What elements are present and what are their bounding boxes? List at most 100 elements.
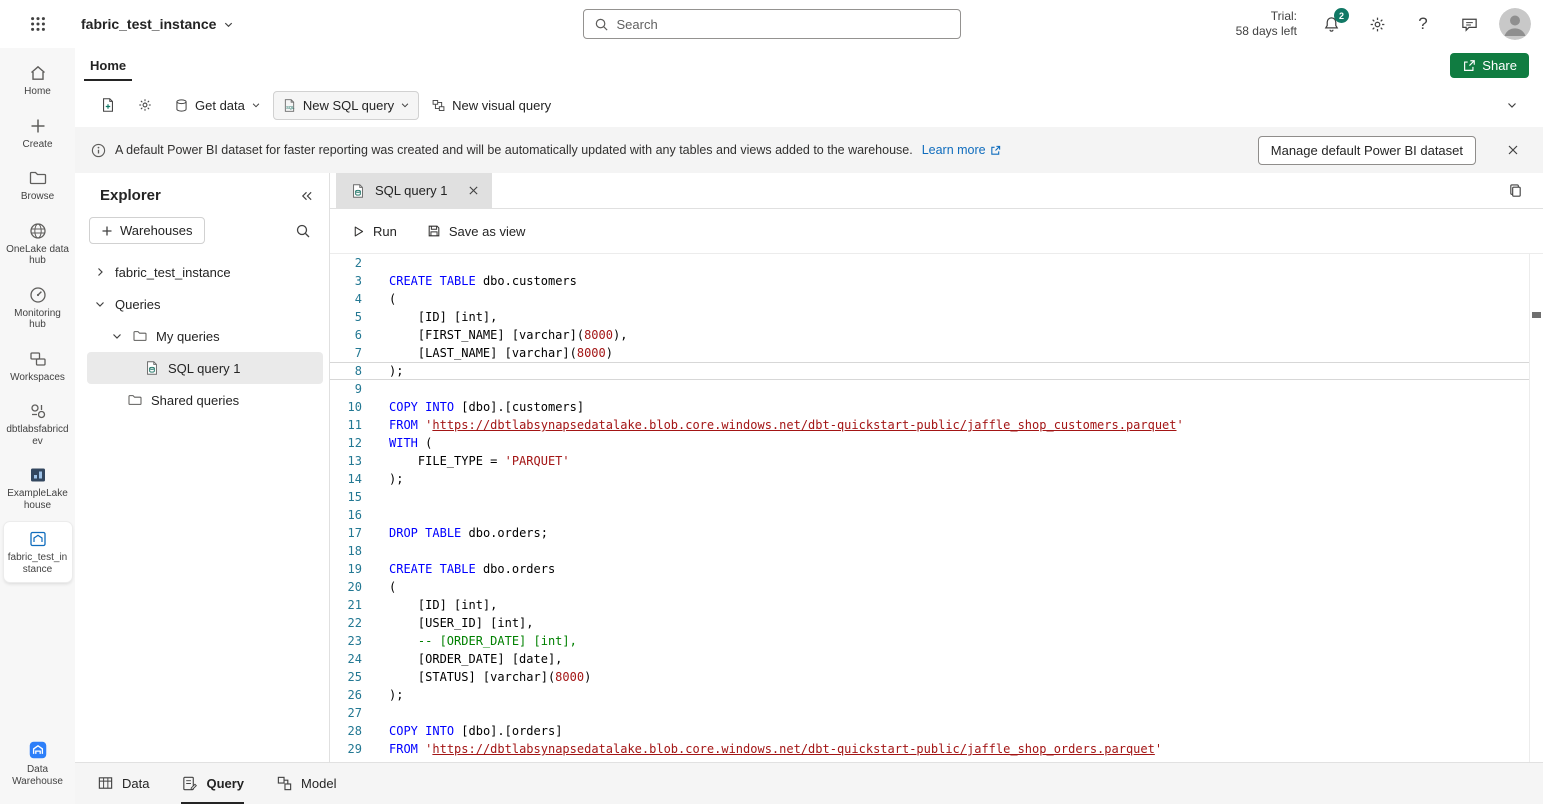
sql-editor[interactable]: 23CREATE TABLE dbo.customers4(5 [ID] [in… [330, 254, 1543, 762]
ribbon-collapse-button[interactable] [1497, 92, 1527, 118]
code-line-27[interactable]: 27 [330, 704, 1529, 722]
code-line-15[interactable]: 15 [330, 488, 1529, 506]
database-icon [174, 98, 189, 113]
code-line-28[interactable]: 28COPY INTO [dbo].[orders] [330, 722, 1529, 740]
search-input[interactable] [617, 17, 950, 32]
code-line-22[interactable]: 22 [USER_ID] [int], [330, 614, 1529, 632]
workspace-switcher[interactable]: fabric_test_instance [75, 12, 240, 36]
rail-item-monitoring-hub[interactable]: Monitoring hub [4, 278, 72, 338]
chevron-down-icon[interactable] [93, 298, 107, 310]
avatar[interactable] [1499, 8, 1531, 40]
code-line-21[interactable]: 21 [ID] [int], [330, 596, 1529, 614]
code-line-26[interactable]: 26); [330, 686, 1529, 704]
external-link-icon [990, 145, 1001, 156]
lakehouse-icon [28, 465, 48, 485]
code-line-12[interactable]: 12WITH ( [330, 434, 1529, 452]
feedback-button[interactable] [1453, 8, 1485, 40]
left-rail: HomeCreateBrowseOneLake data hub Monitori… [0, 48, 75, 804]
view-tab-model[interactable]: Model [276, 763, 336, 804]
code-line-20[interactable]: 20( [330, 578, 1529, 596]
code-line-2[interactable]: 2 [330, 254, 1529, 272]
tree-item-shared-queries[interactable]: Shared queries [87, 384, 323, 416]
chevron-right-icon[interactable] [93, 266, 107, 278]
collapse-explorer-button[interactable] [300, 190, 313, 202]
code-line-4[interactable]: 4( [330, 290, 1529, 308]
notifications-button[interactable]: 2 [1315, 8, 1347, 40]
code-line-29[interactable]: 29FROM 'https://dbtlabsynapsedatalake.bl… [330, 740, 1529, 758]
code-line-18[interactable]: 18 [330, 542, 1529, 560]
code-line-7[interactable]: 7 [LAST_NAME] [varchar](8000) [330, 344, 1529, 362]
code-line-19[interactable]: 19CREATE TABLE dbo.orders [330, 560, 1529, 578]
app-launcher-button[interactable] [0, 15, 75, 33]
code-line-9[interactable]: 9 [330, 380, 1529, 398]
app-window: fabric_test_instance Trial: 58 days left… [0, 0, 1543, 804]
code-line-6[interactable]: 6 [FIRST_NAME] [varchar](8000), [330, 326, 1529, 344]
explorer-search-button[interactable] [295, 223, 311, 239]
run-button[interactable]: Run [342, 218, 407, 245]
new-visual-query-label: New visual query [452, 98, 551, 113]
code-line-25[interactable]: 25 [STATUS] [varchar](8000) [330, 668, 1529, 686]
settings-button[interactable] [1361, 8, 1393, 40]
rail-item-dbtlabsfabricdev[interactable]: dbtlabsfabricdev [4, 394, 72, 454]
rail-item-data-warehouse[interactable]: Data Warehouse [4, 732, 72, 794]
rail-item-browse[interactable]: Browse [4, 161, 72, 210]
rail-item-label: Workspaces [10, 372, 65, 384]
tree-item-queries[interactable]: Queries [87, 288, 323, 320]
learn-more-link[interactable]: Learn more [922, 143, 1001, 157]
rail-item-fabric-test-instance[interactable]: fabric_test_instance [4, 522, 72, 582]
add-warehouses-button[interactable]: Warehouses [89, 217, 205, 244]
editor-scrollbar[interactable] [1529, 254, 1543, 762]
save-as-view-button[interactable]: Save as view [417, 218, 536, 245]
new-sql-query-button[interactable]: SQL New SQL query [273, 91, 419, 120]
code-line-3[interactable]: 3CREATE TABLE dbo.customers [330, 272, 1529, 290]
rail-item-label: Monitoring hub [6, 308, 70, 331]
line-number: 26 [330, 686, 366, 704]
chevron-down-icon [251, 100, 261, 110]
close-tab-button[interactable] [465, 182, 482, 199]
code-text: ); [389, 362, 403, 380]
banner-message: A default Power BI dataset for faster re… [115, 143, 913, 157]
code-line-23[interactable]: 23 -- [ORDER_DATE] [int], [330, 632, 1529, 650]
help-button[interactable]: ? [1407, 8, 1439, 40]
rail-item-create[interactable]: Create [4, 109, 72, 158]
code-line-14[interactable]: 14); [330, 470, 1529, 488]
tree-item-fabric-test-instance[interactable]: fabric_test_instance [87, 256, 323, 288]
explorer-actions: Warehouses [75, 217, 329, 244]
ribbon-toolbar: Get data SQL New SQL query [75, 83, 1543, 127]
code-line-11[interactable]: 11FROM 'https://dbtlabsynapsedatalake.bl… [330, 416, 1529, 434]
share-button[interactable]: Share [1450, 53, 1529, 78]
code-line-5[interactable]: 5 [ID] [int], [330, 308, 1529, 326]
manage-dataset-button[interactable]: Manage default Power BI dataset [1258, 136, 1476, 165]
rail-item-examplelakehouse[interactable]: ExampleLakehouse [4, 458, 72, 518]
rail-item-workspaces[interactable]: Workspaces [4, 342, 72, 391]
code-line-17[interactable]: 17DROP TABLE dbo.orders; [330, 524, 1529, 542]
rail-item-home[interactable]: Home [4, 56, 72, 105]
line-number: 24 [330, 650, 366, 668]
warehouse-settings-button[interactable] [128, 90, 162, 120]
code-line-24[interactable]: 24 [ORDER_DATE] [date], [330, 650, 1529, 668]
rail-item-onelake-data-hub[interactable]: OneLake data hub [4, 214, 72, 274]
chevron-down-icon[interactable] [110, 330, 124, 342]
code-line-8[interactable]: 8); [330, 362, 1529, 380]
code-text: CREATE TABLE dbo.customers [389, 272, 577, 290]
tab-home[interactable]: Home [84, 50, 132, 81]
code-text: FROM 'https://dbtlabsynapsedatalake.blob… [389, 416, 1184, 434]
view-tab-query[interactable]: Query [181, 763, 244, 804]
view-tab-data[interactable]: Data [97, 763, 149, 804]
code-line-16[interactable]: 16 [330, 506, 1529, 524]
get-data-button[interactable]: Get data [165, 91, 270, 120]
code-line-13[interactable]: 13 FILE_TYPE = 'PARQUET' [330, 452, 1529, 470]
document-tab-strip: SQL query 1 [330, 173, 1543, 209]
code-line-10[interactable]: 10COPY INTO [dbo].[customers] [330, 398, 1529, 416]
warehouse-icon [28, 529, 48, 549]
new-visual-query-button[interactable]: New visual query [422, 91, 560, 120]
line-number: 13 [330, 452, 366, 470]
new-item-button[interactable] [91, 90, 125, 120]
query-tab[interactable]: SQL query 1 [336, 173, 492, 209]
tree-item-my-queries[interactable]: My queries [87, 320, 323, 352]
query-view-icon [181, 775, 198, 792]
copy-button[interactable] [1499, 175, 1531, 207]
tree-item-sql-query-1[interactable]: SQL query 1 [87, 352, 323, 384]
copy-icon [1508, 183, 1523, 198]
banner-close-button[interactable] [1497, 134, 1529, 166]
